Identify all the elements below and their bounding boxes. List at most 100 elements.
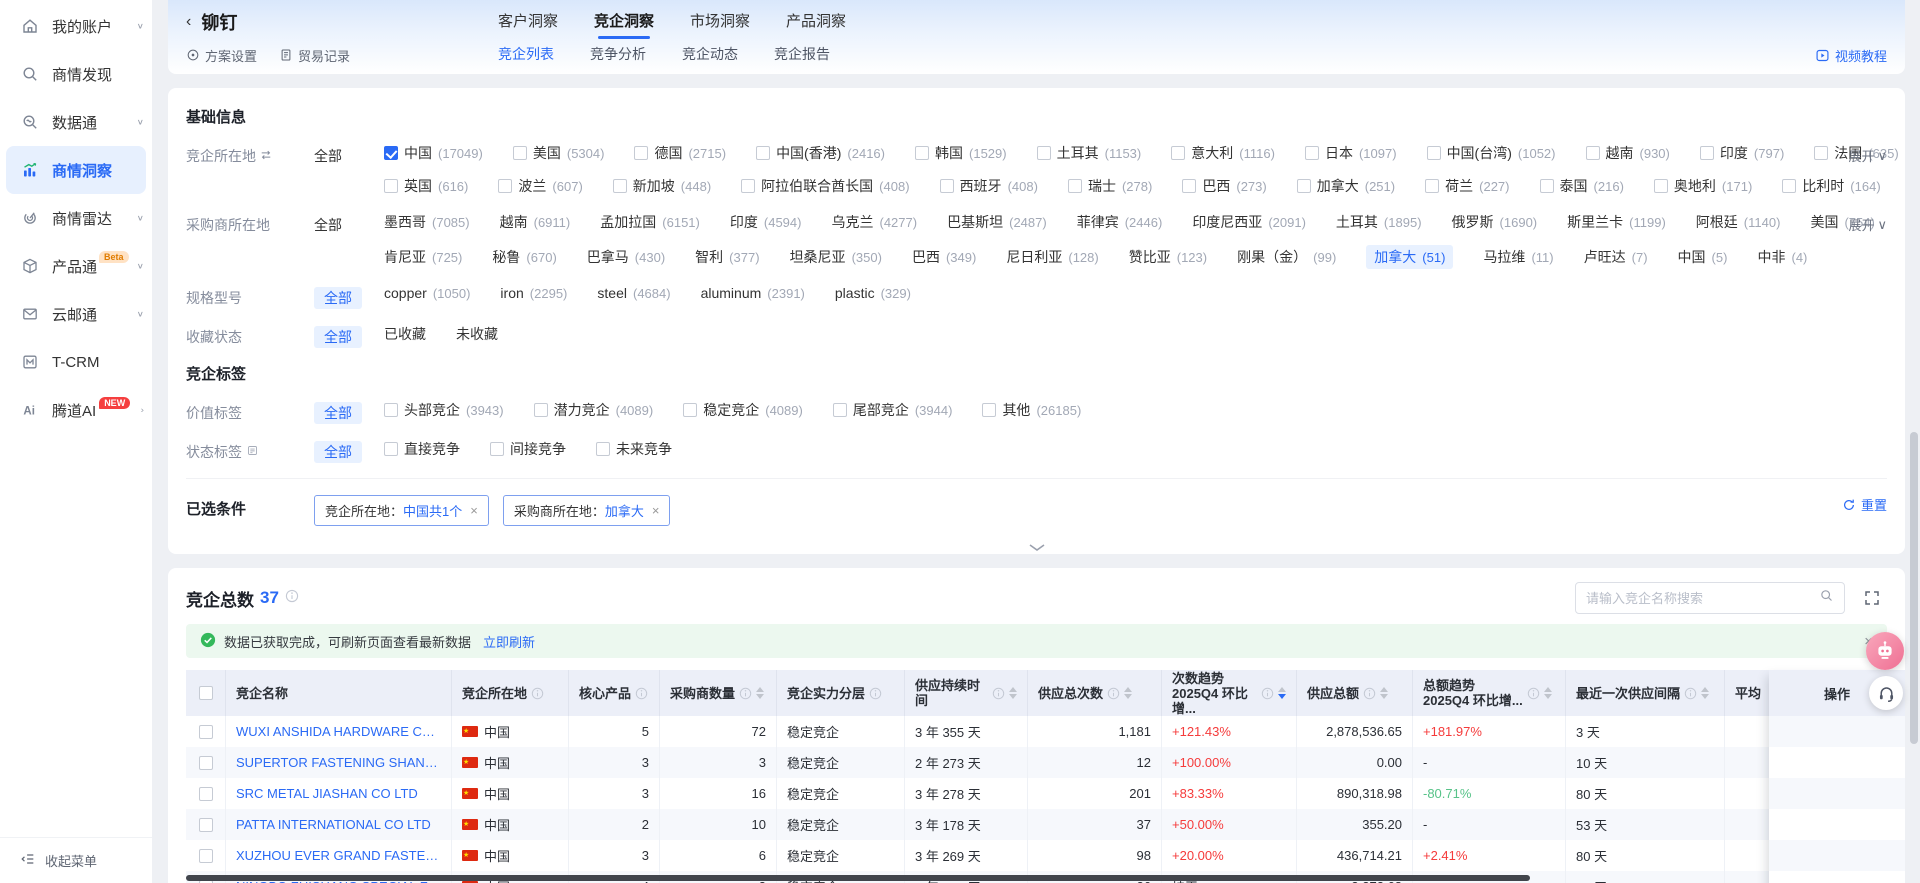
supply-total-count[interactable]: 201: [1028, 778, 1162, 809]
country-filter-option[interactable]: 土耳其 1153: [1037, 143, 1142, 163]
checkbox[interactable]: [1171, 146, 1185, 160]
top-tab[interactable]: 竞企洞察: [594, 10, 654, 39]
expand-button[interactable]: 展开∨: [1848, 215, 1887, 234]
all-option[interactable]: 全部: [314, 143, 384, 166]
checkbox[interactable]: [741, 179, 755, 193]
checkbox[interactable]: [498, 179, 512, 193]
column-header[interactable]: 采购商数量: [660, 670, 777, 716]
row-checkbox[interactable]: [199, 787, 213, 801]
board-icon[interactable]: [246, 444, 259, 460]
country-filter-option[interactable]: 比利时 164: [1782, 176, 1880, 196]
checkbox[interactable]: [940, 179, 954, 193]
buyer-count[interactable]: 16: [660, 778, 777, 809]
column-header[interactable]: 最近一次供应间隔: [1566, 670, 1725, 716]
info-icon[interactable]: [739, 687, 752, 700]
chip-close-icon[interactable]: ×: [652, 503, 660, 518]
checkbox[interactable]: [634, 146, 648, 160]
column-header[interactable]: 供应持续时间: [905, 670, 1028, 716]
filter-option[interactable]: 智利 377: [695, 247, 759, 267]
filter-option[interactable]: 斯里兰卡 1199: [1567, 212, 1666, 232]
column-header[interactable]: 竞企所在地: [452, 670, 569, 716]
filter-option[interactable]: 菲律宾 2446: [1077, 212, 1163, 232]
filter-option[interactable]: iron 2295: [500, 285, 567, 301]
sidebar-item[interactable]: 商情洞察: [6, 146, 146, 194]
sort-icon[interactable]: [1278, 687, 1286, 699]
reset-button[interactable]: 重置: [1842, 495, 1887, 514]
row-checkbox[interactable]: [199, 849, 213, 863]
checkbox[interactable]: [982, 403, 996, 417]
buyer-count[interactable]: 10: [660, 809, 777, 840]
info-icon[interactable]: [869, 687, 882, 700]
core-products-count[interactable]: 2: [569, 809, 660, 840]
checkbox[interactable]: [1182, 179, 1196, 193]
country-filter-option[interactable]: 奥地利 171: [1654, 176, 1752, 196]
core-products-count[interactable]: 5: [569, 716, 660, 747]
filter-option[interactable]: 墨西哥 7085: [384, 212, 470, 232]
filter-option[interactable]: 乌克兰 4277: [831, 212, 917, 232]
refresh-now-link[interactable]: 立即刷新: [483, 632, 535, 651]
country-filter-option[interactable]: 印度 797: [1700, 143, 1784, 163]
filter-option[interactable]: aluminum 2391: [701, 285, 805, 301]
country-filter-option[interactable]: 泰国 216: [1540, 176, 1624, 196]
info-icon[interactable]: [992, 687, 1005, 700]
info-icon[interactable]: [531, 687, 544, 700]
all-option[interactable]: 全部: [314, 212, 384, 235]
info-icon[interactable]: [1363, 687, 1376, 700]
core-products-count[interactable]: 3: [569, 747, 660, 778]
filter-option[interactable]: steel 4684: [597, 285, 670, 301]
sidebar-item[interactable]: 云邮通 ∨: [0, 290, 152, 338]
checkbox[interactable]: [613, 179, 627, 193]
info-icon[interactable]: [1527, 687, 1540, 700]
checkbox[interactable]: [384, 146, 398, 160]
filter-option[interactable]: 阿根廷 1140: [1696, 212, 1781, 232]
filter-option[interactable]: 其他 26185: [982, 400, 1081, 420]
supply-total-count[interactable]: 98: [1028, 840, 1162, 871]
select-all-checkbox[interactable]: [199, 686, 213, 700]
column-header[interactable]: 次数趋势 2025Q4 环比增...: [1162, 670, 1297, 716]
filter-option[interactable]: 印度 4594: [730, 212, 802, 232]
country-filter-option[interactable]: 西班牙 408: [940, 176, 1038, 196]
info-icon[interactable]: [1107, 687, 1120, 700]
filter-option[interactable]: 尼日利亚 128: [1006, 247, 1098, 267]
sub-tab[interactable]: 竞争分析: [590, 44, 646, 64]
row-checkbox[interactable]: [199, 725, 213, 739]
buyer-count[interactable]: 72: [660, 716, 777, 747]
filter-option[interactable]: 间接竞争: [490, 439, 566, 459]
filter-option[interactable]: 印度尼西亚 2091: [1192, 212, 1306, 232]
company-name-link[interactable]: SUPERTOR FASTENING SHANGHAI...: [236, 755, 441, 770]
chip-close-icon[interactable]: ×: [470, 503, 478, 518]
filter-option[interactable]: 卢旺达 7: [1584, 247, 1648, 267]
checkbox[interactable]: [915, 146, 929, 160]
country-filter-option[interactable]: 新加坡 448: [613, 176, 711, 196]
company-name-link[interactable]: SRC METAL JIASHAN CO LTD: [236, 786, 418, 801]
core-products-count[interactable]: 3: [569, 778, 660, 809]
checkbox[interactable]: [513, 146, 527, 160]
checkbox[interactable]: [1540, 179, 1554, 193]
filter-option[interactable]: 土耳其 1895: [1336, 212, 1422, 232]
country-filter-option[interactable]: 德国 2715: [634, 143, 726, 163]
checkbox[interactable]: [1700, 146, 1714, 160]
filter-option[interactable]: 直接竞争: [384, 439, 460, 459]
plan-settings-button[interactable]: 方案设置: [186, 46, 257, 65]
country-filter-option[interactable]: 加拿大 251: [1297, 176, 1395, 196]
top-tab[interactable]: 产品洞察: [786, 10, 846, 39]
filter-option[interactable]: 未收藏: [456, 324, 498, 344]
filter-option[interactable]: 尾部竞企 3944: [833, 400, 953, 420]
top-tab[interactable]: 市场洞察: [690, 10, 750, 39]
filter-option[interactable]: 巴西 349: [912, 247, 976, 267]
checkbox[interactable]: [534, 403, 548, 417]
column-header[interactable]: 供应总额: [1297, 670, 1413, 716]
filter-option[interactable]: 马拉维 11: [1483, 247, 1553, 267]
video-tutorial-link[interactable]: 视频教程: [1815, 46, 1887, 65]
country-filter-option[interactable]: 瑞士 278: [1068, 176, 1152, 196]
buyer-count[interactable]: 3: [660, 747, 777, 778]
sub-tab[interactable]: 竞企报告: [774, 44, 830, 64]
filter-option[interactable]: 加拿大 51: [1366, 245, 1453, 269]
row-checkbox[interactable]: [199, 818, 213, 832]
back-button[interactable]: ‹: [186, 13, 191, 31]
column-header[interactable]: 总额趋势 2025Q4 环比增...: [1413, 670, 1566, 716]
country-filter-option[interactable]: 荷兰 227: [1425, 176, 1509, 196]
country-filter-option[interactable]: 中国(香港) 2416: [756, 143, 885, 163]
checkbox[interactable]: [1782, 179, 1796, 193]
sort-icon[interactable]: [1701, 687, 1709, 699]
